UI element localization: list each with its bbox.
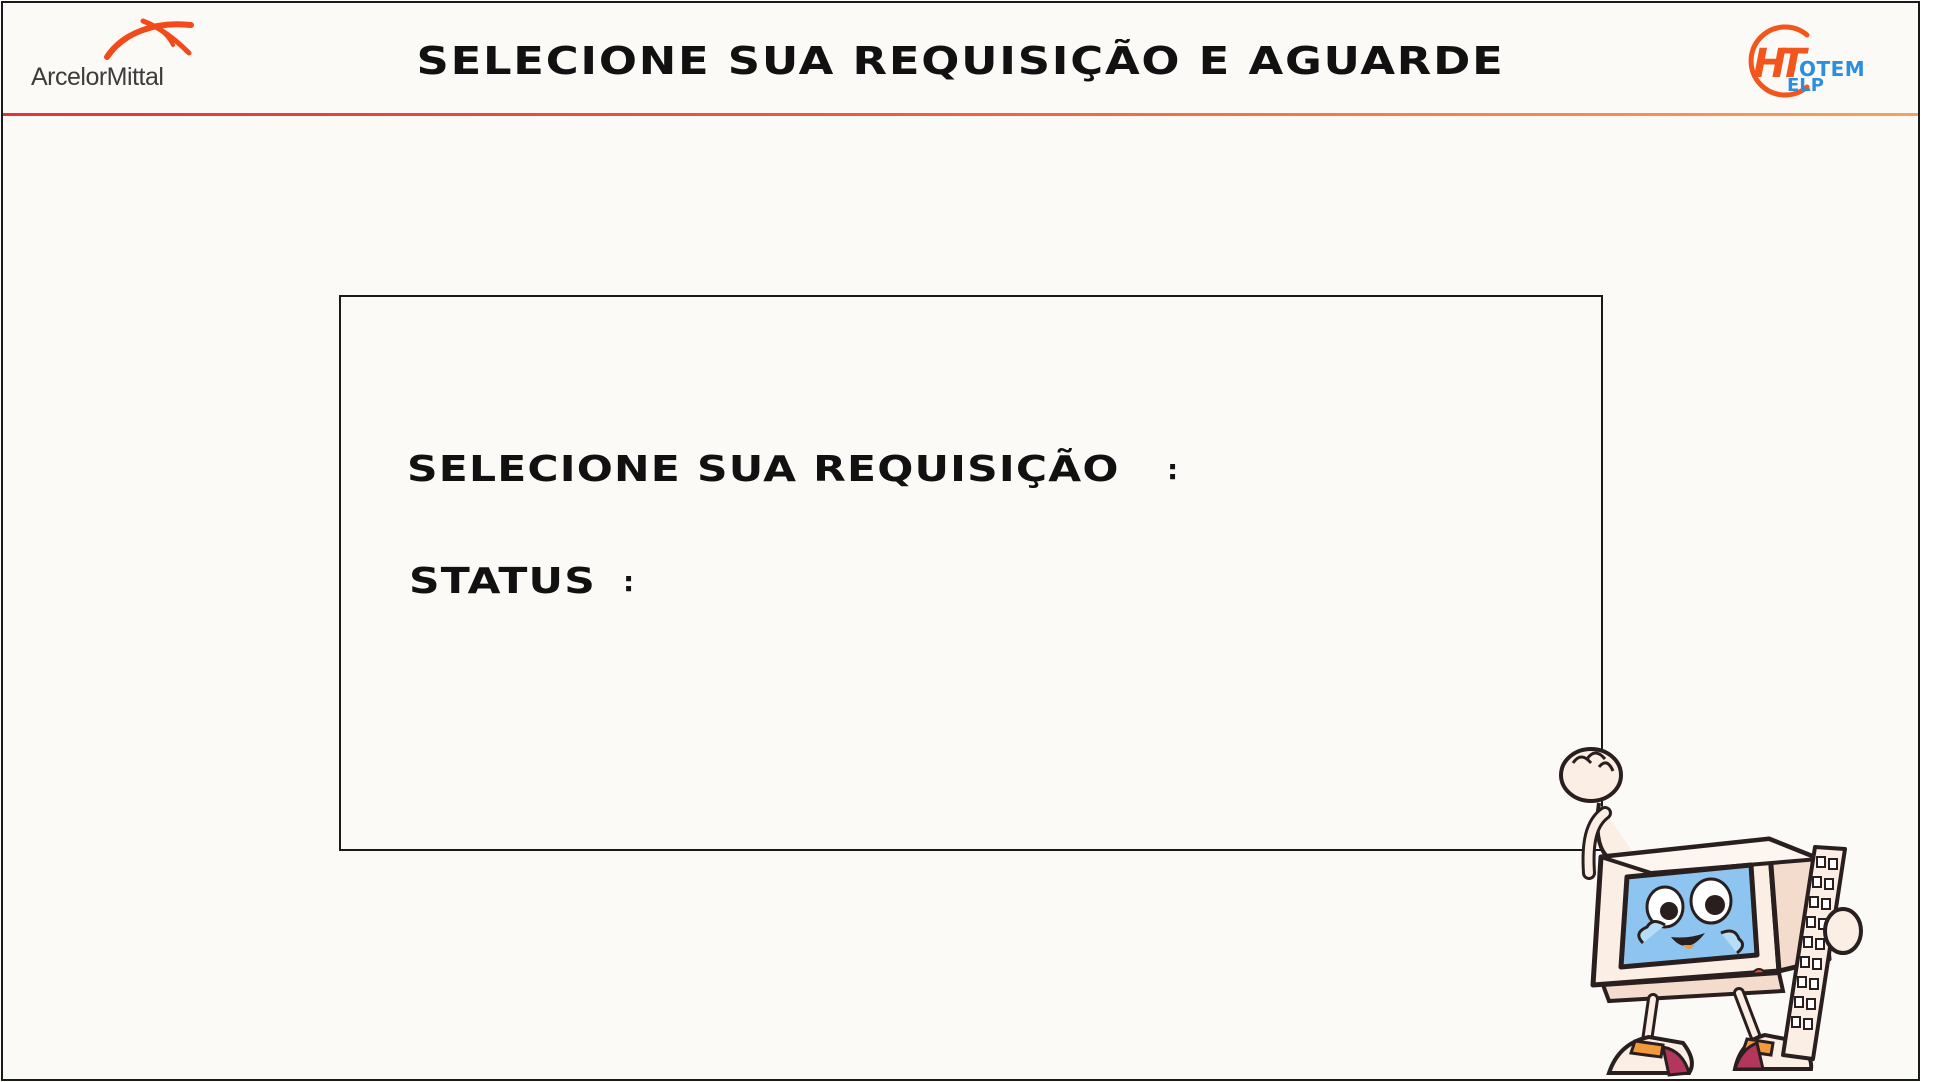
app-frame: ArcelorMittal SELECIONE SUA REQUISIÇÃO E…	[1, 1, 1920, 1081]
retro-computer-mascot-icon	[1559, 747, 1863, 1077]
request-select-colon: :	[1167, 453, 1179, 486]
request-select-label: SELECIONE SUA REQUISIÇÃO	[407, 449, 1120, 490]
totem-logo-line2: ELP	[1787, 75, 1824, 96]
header-divider	[3, 113, 1918, 116]
header: ArcelorMittal SELECIONE SUA REQUISIÇÃO E…	[3, 3, 1918, 116]
request-panel: SELECIONE SUA REQUISIÇÃO : STATUS :	[339, 295, 1603, 851]
status-label: STATUS	[409, 561, 597, 602]
totem-help-logo: H T OTEM ELP	[1741, 19, 1881, 103]
status-colon: :	[623, 565, 635, 598]
page-title: SELECIONE SUA REQUISIÇÃO E AGUARDE	[416, 39, 1505, 83]
